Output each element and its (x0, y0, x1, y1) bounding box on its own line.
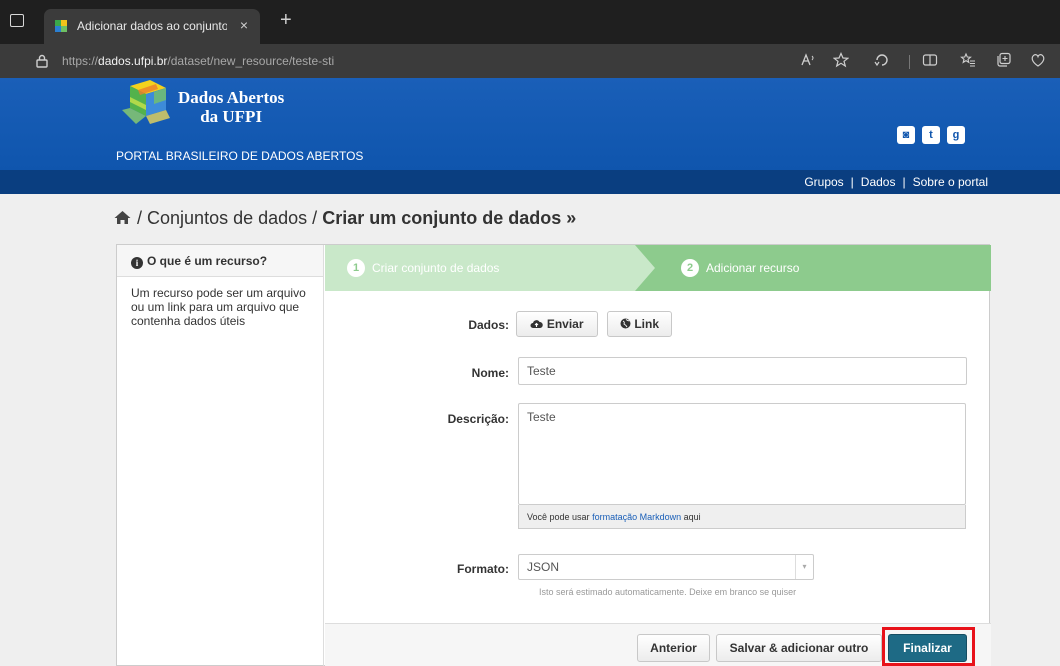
url-path: /dataset/new_resource/teste-sti (167, 54, 335, 68)
info-icon: i (131, 257, 143, 269)
stage-2-number: 2 (681, 259, 699, 277)
home-icon[interactable] (114, 210, 131, 225)
site-favicon-icon (55, 20, 67, 32)
breadcrumb: / Conjuntos de dados / Criar um conjunto… (114, 208, 576, 229)
split-screen-icon[interactable] (922, 52, 938, 68)
collections-icon[interactable] (996, 52, 1012, 68)
breadcrumb-current[interactable]: Criar um conjunto de dados » (322, 208, 576, 228)
twitter-icon[interactable]: t (922, 126, 940, 144)
favorite-star-icon[interactable] (833, 52, 849, 68)
globe-icon (620, 318, 631, 329)
formato-hint: Isto será estimado automaticamente. Deix… (539, 587, 797, 597)
stage-1-label: Criar conjunto de dados (372, 261, 500, 275)
upload-button-label: Enviar (546, 317, 584, 331)
site-name-line1: Dados Abertos (178, 88, 285, 107)
formato-label: Formato: (457, 562, 509, 576)
markdown-note-before: Você pode usar (527, 512, 590, 522)
nav-link-groups[interactable]: Grupos (804, 175, 843, 189)
formato-select[interactable]: JSON ▾ (518, 554, 814, 580)
breadcrumb-datasets[interactable]: Conjuntos de dados (147, 208, 307, 228)
lock-icon[interactable] (36, 54, 48, 68)
tab-title: Adicionar dados ao conjunto de d (77, 19, 227, 33)
nav-links: Grupos | Dados | Sobre o portal (804, 175, 988, 189)
nome-input[interactable]: Teste (518, 357, 967, 385)
dados-label: Dados: (468, 318, 509, 332)
sidebar-title: O que é um recurso? (147, 254, 268, 268)
url-prefix: https:// (62, 54, 99, 68)
previous-button[interactable]: Anterior (637, 634, 710, 662)
site-header: Dados Abertos da UFPI PORTAL BRASILEIRO … (0, 78, 1060, 170)
favorites-icon[interactable] (960, 52, 976, 68)
nav-link-data[interactable]: Dados (861, 175, 896, 189)
url-field[interactable]: https://dados.ufpi.br/dataset/new_resour… (62, 54, 334, 68)
cloud-upload-icon (530, 320, 544, 328)
link-button-label: Link (634, 317, 659, 331)
formato-select-value: JSON (527, 560, 560, 574)
nav-link-about[interactable]: Sobre o portal (913, 175, 988, 189)
chevron-down-icon: ▾ (795, 555, 813, 579)
url-host: dados.ufpi.br (98, 54, 168, 68)
finish-highlight-box (882, 627, 975, 666)
address-bar: https://dados.ufpi.br/dataset/new_resour… (0, 44, 1060, 78)
upload-button[interactable]: Enviar (516, 311, 598, 337)
window-menu-icon[interactable] (10, 14, 24, 27)
toolbar-separator (909, 55, 910, 69)
extensions-icon[interactable] (874, 52, 890, 68)
markdown-link[interactable]: formatação Markdown (592, 512, 681, 522)
main-panel: i O que é um recurso? Um recurso pode ser… (116, 244, 991, 666)
site-subtitle: PORTAL BRASILEIRO DE DADOS ABERTOS (116, 149, 364, 163)
descricao-textarea[interactable]: Teste (518, 403, 966, 505)
info-sidebar: i O que é um recurso? Um recurso pode ser… (117, 245, 324, 666)
rss-icon[interactable]: ◙ (897, 126, 915, 144)
breadcrumb-separator: / (312, 208, 318, 228)
github-icon[interactable]: g (947, 126, 965, 144)
new-tab-icon[interactable]: + (280, 10, 292, 30)
resource-form: Dados: Enviar Link Nome: Teste Descrição… (325, 291, 991, 666)
top-nav: Grupos | Dados | Sobre o portal (0, 170, 1060, 194)
site-logo-icon[interactable] (116, 80, 182, 138)
browser-essentials-icon[interactable] (1030, 52, 1046, 68)
save-and-add-another-button[interactable]: Salvar & adicionar outro (716, 634, 882, 662)
stage-2-label: Adicionar recurso (706, 261, 800, 275)
sidebar-heading: i O que é um recurso? (117, 245, 323, 277)
nome-label: Nome: (471, 366, 509, 380)
tab-close-icon[interactable]: × (240, 17, 248, 33)
sidebar-body: Um recurso pode ser um arquivo ou um lin… (131, 286, 306, 328)
nav-separator: | (850, 175, 854, 189)
link-button[interactable]: Link (607, 311, 672, 337)
site-name-line2: da UFPI (200, 107, 263, 126)
markdown-note: Você pode usar formatação Markdown aqui (518, 505, 966, 529)
stage-progress: 1 Criar conjunto de dados 2 Adicionar re… (325, 245, 991, 291)
markdown-note-after: aqui (683, 512, 701, 522)
site-name[interactable]: Dados Abertos da UFPI (178, 88, 284, 126)
nav-separator: | (902, 175, 906, 189)
stage-1-number: 1 (347, 259, 365, 277)
descricao-label: Descrição: (447, 412, 509, 426)
read-aloud-icon[interactable] (800, 52, 816, 68)
browser-tab-bar: Adicionar dados ao conjunto de d × + (0, 0, 1060, 44)
browser-tab[interactable]: Adicionar dados ao conjunto de d × (44, 9, 260, 44)
breadcrumb-separator: / (137, 208, 143, 228)
